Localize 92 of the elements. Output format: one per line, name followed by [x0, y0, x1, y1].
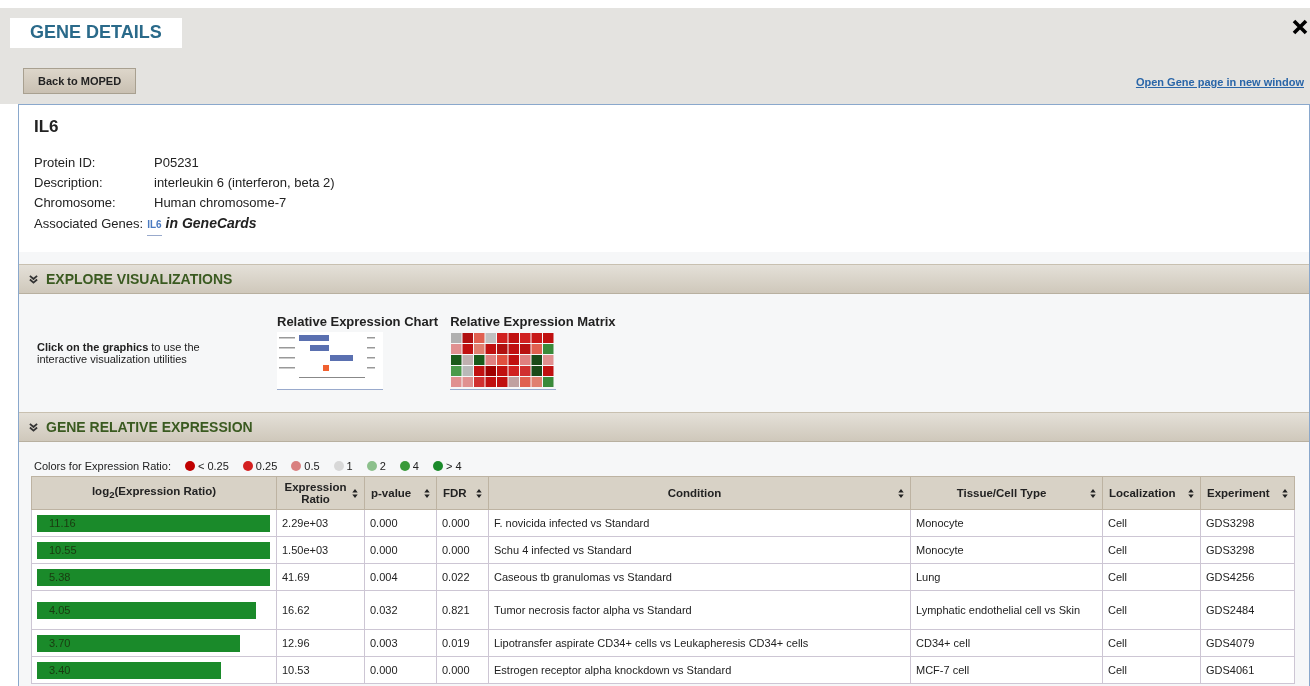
- table-cell: Cell: [1102, 629, 1201, 657]
- section-header[interactable]: GENE RELATIVE EXPRESSION: [19, 412, 1309, 442]
- table-cell: Caseous tb granulomas vs Standard: [488, 563, 911, 591]
- column-header[interactable]: Tissue/Cell Type: [910, 476, 1103, 510]
- legend-text: < 0.25: [197, 460, 229, 472]
- table-cell: Cell: [1102, 590, 1201, 630]
- visualization-title[interactable]: Relative Expression Matrix: [450, 314, 616, 329]
- table-cell: Lung: [910, 563, 1103, 591]
- column-header[interactable]: Localization: [1102, 476, 1201, 510]
- table-cell: 0.000: [436, 656, 489, 684]
- table-cell: 0.000: [364, 536, 437, 564]
- table-cell: MCF-7 cell: [910, 656, 1103, 684]
- table-cell: Cell: [1102, 509, 1201, 537]
- field-value: P05231: [154, 154, 199, 172]
- legend-text: 0.25: [255, 460, 278, 472]
- ratio-bar: 4.05: [37, 601, 256, 619]
- table-cell: Monocyte: [910, 536, 1103, 564]
- back-button[interactable]: Back to MOPED: [23, 68, 137, 94]
- sort-icon[interactable]: [1188, 488, 1194, 498]
- sort-icon[interactable]: [1282, 488, 1288, 498]
- table-cell: Lipotransfer aspirate CD34+ cells vs Leukapheresis CD34+ cells: [488, 629, 911, 657]
- gene-link[interactable]: IL6: [147, 215, 162, 236]
- table-cell: 0.000: [364, 509, 437, 537]
- table-cell: 0.821: [436, 590, 489, 630]
- table-cell: 0.019: [436, 629, 489, 657]
- table-cell: GDS4061: [1200, 656, 1295, 684]
- sort-icon[interactable]: [352, 488, 358, 498]
- table-cell: 12.96: [276, 629, 365, 657]
- table-cell: CD34+ cell: [910, 629, 1103, 657]
- sort-icon[interactable]: [1090, 488, 1096, 498]
- field-value: interleukin 6 (interferon, beta 2): [154, 174, 335, 192]
- column-header: log$_{2}$(Expression Ratio): [31, 476, 277, 510]
- table-cell: 2.29e+03: [276, 509, 365, 537]
- field-label: Chromosome:: [34, 194, 117, 212]
- ratio-bar: 5.38: [37, 568, 270, 586]
- ratio-bar: 3.70: [37, 634, 240, 652]
- close-icon[interactable]: [1292, 19, 1308, 35]
- legend-text: > 4: [445, 460, 462, 472]
- table-cell: Lymphatic endothelial cell vs Skin: [910, 590, 1103, 630]
- genecards-text: in GeneCards: [165, 214, 257, 233]
- table-cell: Cell: [1102, 563, 1201, 591]
- section-header[interactable]: EXPLORE VISUALIZATIONS: [19, 264, 1309, 294]
- field-value: Human chromosome-7: [154, 194, 287, 212]
- table-cell: 41.69: [276, 563, 365, 591]
- table-cell: GDS2484: [1200, 590, 1295, 630]
- table-cell: Cell: [1102, 656, 1201, 684]
- field-label: Description:: [34, 174, 104, 192]
- legend-text: 2: [379, 460, 386, 472]
- table-cell: 0.000: [364, 656, 437, 684]
- table-cell: 0.004: [364, 563, 437, 591]
- open-gene-page-link[interactable]: Open Gene page in new window: [1135, 76, 1304, 88]
- table-cell: 0.022: [436, 563, 489, 591]
- table-cell: 0.032: [364, 590, 437, 630]
- legend-text: 0.5: [304, 460, 320, 472]
- table-cell: GDS4256: [1200, 563, 1295, 591]
- table-cell: 0.000: [436, 536, 489, 564]
- table-cell: 1.50e+03: [276, 536, 365, 564]
- table-cell: 16.62: [276, 590, 365, 630]
- ratio-bar: 11.16: [37, 514, 270, 532]
- column-header[interactable]: Expression Ratio: [276, 476, 365, 510]
- legend-text: 1: [346, 460, 353, 472]
- field-label: Associated Genes:: [34, 215, 144, 233]
- table-cell: Schu 4 infected vs Standard: [488, 536, 911, 564]
- hint-text: Click on the graphics to use the interactive visualization utilities: [37, 341, 201, 365]
- table-cell: F. novicida infected vs Standard: [488, 509, 911, 537]
- column-header[interactable]: FDR: [436, 476, 489, 510]
- field-label: Protein ID:: [34, 154, 97, 172]
- table-cell: GDS3298: [1200, 536, 1295, 564]
- sort-icon[interactable]: [476, 488, 482, 498]
- page-title: GENE DETAILS: [10, 18, 182, 48]
- table-cell: Tumor necrosis factor alpha vs Standard: [488, 590, 911, 630]
- sort-icon[interactable]: [898, 488, 904, 498]
- table-cell: GDS3298: [1200, 509, 1295, 537]
- table-cell: Cell: [1102, 536, 1201, 564]
- chart-thumbnail[interactable]: [277, 332, 383, 390]
- column-header[interactable]: p-value: [364, 476, 437, 510]
- table-cell: Estrogen receptor alpha knockdown vs Standard: [488, 656, 911, 684]
- column-header[interactable]: Experiment: [1200, 476, 1295, 510]
- ratio-bar: 3.40: [37, 661, 222, 679]
- table-cell: GDS4079: [1200, 629, 1295, 657]
- matrix-thumbnail[interactable]: [450, 332, 557, 390]
- table-cell: 10.53: [276, 656, 365, 684]
- table-cell: Monocyte: [910, 509, 1103, 537]
- sort-icon[interactable]: [424, 488, 430, 498]
- legend-label: Colors for Expression Ratio:: [34, 460, 171, 472]
- gene-name: IL6: [34, 117, 60, 137]
- table-cell: 0.000: [436, 509, 489, 537]
- column-header[interactable]: Condition: [488, 476, 911, 510]
- legend-text: 4: [412, 460, 419, 472]
- ratio-bar: 10.55: [37, 541, 270, 559]
- table-cell: 0.003: [364, 629, 437, 657]
- visualization-title[interactable]: Relative Expression Chart: [277, 314, 439, 329]
